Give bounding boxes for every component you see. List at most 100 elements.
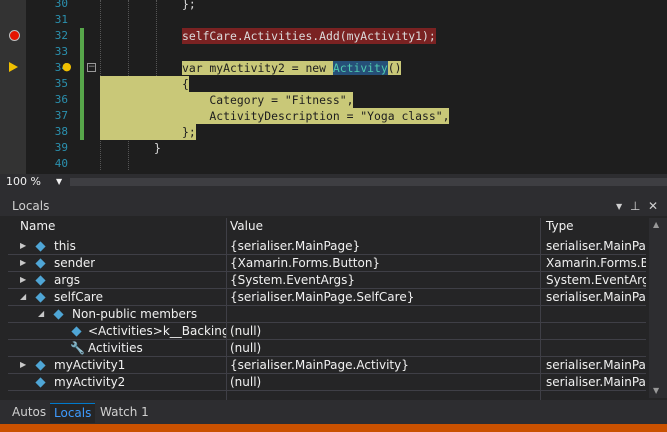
- zoom-dropdown[interactable]: 100 % ▼: [6, 174, 66, 189]
- panel-title: Locals: [12, 199, 50, 213]
- table-row[interactable]: 🔧 Activities (null): [8, 340, 646, 357]
- status-bar: [0, 424, 667, 432]
- code-line-37: ActivityDescription = "Yoga class",: [182, 108, 450, 124]
- breakpoint-icon[interactable]: [9, 30, 20, 41]
- collapse-icon[interactable]: ◢: [38, 306, 44, 322]
- editor-status-strip: 100 % ▼: [0, 174, 667, 190]
- row-value: {Xamarin.Forms.Button}: [230, 256, 381, 270]
- row-type: serialiser.MainPa...: [546, 290, 646, 304]
- row-value: [230, 306, 536, 322]
- line-number: 32: [54, 29, 68, 42]
- row-type: [546, 323, 646, 339]
- expand-icon[interactable]: ▶: [20, 238, 26, 254]
- row-type: serialiser.MainPa...: [546, 239, 646, 253]
- expand-icon[interactable]: ▶: [20, 272, 26, 288]
- table-row[interactable]: <Activities>k__BackingF... (null): [8, 323, 646, 340]
- lightbulb-icon[interactable]: ●: [62, 60, 72, 73]
- change-bar: [80, 28, 84, 60]
- row-value: {serialiser.MainPage.Activity}: [230, 358, 409, 372]
- close-icon[interactable]: ✕: [648, 199, 658, 213]
- tab-autos[interactable]: Autos: [8, 403, 50, 422]
- scroll-up-icon[interactable]: ▲: [653, 220, 659, 229]
- statement-highlight: [100, 76, 182, 140]
- horizontal-scrollbar[interactable]: [70, 178, 667, 186]
- line-number: 39: [54, 141, 68, 154]
- object-icon: [35, 377, 46, 388]
- panel-title-bar: Locals ▼ ⊥ ✕: [0, 196, 667, 216]
- row-name: <Activities>k__BackingF...: [88, 324, 226, 338]
- table-row[interactable]: ▶ myActivity1 {serialiser.MainPage.Activ…: [8, 357, 646, 374]
- line-number: 36: [54, 93, 68, 106]
- code-line-35: {: [182, 76, 189, 92]
- wrench-icon: 🔧: [70, 341, 85, 355]
- table-row[interactable]: ▶ this {serialiser.MainPage} serialiser.…: [8, 238, 646, 255]
- tab-locals[interactable]: Locals: [50, 403, 96, 423]
- change-bar: [80, 60, 84, 140]
- expand-icon[interactable]: ▶: [20, 255, 26, 271]
- object-icon: [35, 241, 46, 252]
- row-name: Activities: [88, 341, 143, 355]
- tab-watch-1[interactable]: Watch 1: [96, 403, 153, 422]
- code-editor[interactable]: 30 31 32 33 34 35 36 37 38 39 40 ● − }; …: [0, 0, 667, 174]
- line-number: 38: [54, 125, 68, 138]
- expand-icon[interactable]: ▶: [20, 357, 26, 373]
- column-header-type[interactable]: Type: [546, 218, 574, 235]
- pin-icon[interactable]: ⊥: [630, 199, 640, 213]
- row-name: selfCare: [54, 290, 103, 304]
- row-name: args: [54, 273, 80, 287]
- locals-window: Locals ▼ ⊥ ✕ Name Value Type ▶ this {ser…: [0, 196, 667, 404]
- row-name: Non-public members: [72, 307, 198, 321]
- code-line-39: }: [154, 141, 161, 155]
- code-line-36: Category = "Fitness",: [182, 92, 354, 108]
- column-header-value[interactable]: Value: [230, 218, 263, 235]
- row-name: sender: [54, 256, 96, 270]
- object-icon: [35, 258, 46, 269]
- scroll-down-icon[interactable]: ▼: [653, 386, 659, 395]
- tool-window-tabs: Autos Locals Watch 1: [0, 400, 667, 424]
- vertical-scrollbar[interactable]: ▲ ▼: [649, 218, 667, 398]
- current-statement-arrow-icon[interactable]: [9, 62, 18, 72]
- row-value: (null): [230, 375, 262, 389]
- indicator-margin[interactable]: [0, 0, 26, 174]
- row-value: (null): [230, 341, 262, 355]
- collapse-icon[interactable]: ◢: [20, 289, 26, 305]
- row-name: myActivity2: [54, 375, 126, 389]
- row-type: serialiser.MainPa...: [546, 358, 646, 372]
- row-value: {System.EventArgs}: [230, 273, 356, 287]
- row-type: [546, 306, 646, 322]
- table-row[interactable]: ◢ Non-public members: [8, 306, 646, 323]
- chevron-down-icon: ▼: [56, 177, 63, 186]
- zoom-value: 100 %: [6, 175, 41, 188]
- line-number: 31: [54, 13, 68, 26]
- object-icon: [35, 275, 46, 286]
- table-row[interactable]: ▶ sender {Xamarin.Forms.Button} Xamarin.…: [8, 255, 646, 272]
- row-value: {serialiser.MainPage}: [230, 239, 361, 253]
- object-icon: [35, 292, 46, 303]
- code-line-34: var myActivity2 = new Activity(): [182, 60, 402, 76]
- row-type: serialiser.MainPa...: [546, 375, 646, 389]
- code-fragment: myActivity2 = new: [202, 61, 333, 75]
- code-line-38: };: [182, 124, 196, 140]
- row-value: (null): [230, 324, 262, 338]
- line-number: 30: [54, 0, 68, 10]
- line-number: 33: [54, 45, 68, 58]
- line-number: 37: [54, 109, 68, 122]
- keyword-var: var: [182, 61, 203, 75]
- row-value: {serialiser.MainPage.SelfCare}: [230, 290, 415, 304]
- window-position-icon[interactable]: ▼: [616, 202, 622, 211]
- type-activity: Activity: [332, 61, 388, 75]
- line-number: 40: [54, 157, 68, 170]
- collapse-icon[interactable]: −: [87, 63, 96, 72]
- code-line-30: };: [182, 0, 196, 11]
- row-name: this: [54, 239, 76, 253]
- code-fragment: (): [387, 61, 402, 75]
- table-row[interactable]: ▶ args {System.EventArgs} System.EventAr…: [8, 272, 646, 289]
- row-name: myActivity1: [54, 358, 126, 372]
- row-type: Xamarin.Forms.B...: [546, 256, 646, 270]
- table-row[interactable]: ◢ selfCare {serialiser.MainPage.SelfCare…: [8, 289, 646, 306]
- table-row[interactable]: myActivity2 (null) serialiser.MainPa...: [8, 374, 646, 391]
- object-icon: [53, 309, 64, 320]
- row-type: [546, 340, 646, 356]
- column-header-name[interactable]: Name: [20, 218, 55, 235]
- private-field-icon: [71, 326, 82, 337]
